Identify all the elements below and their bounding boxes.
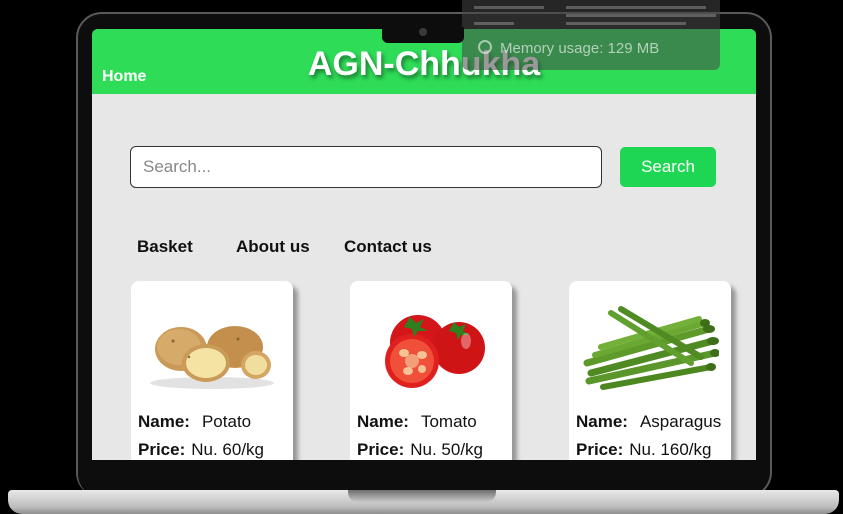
product-price: Nu. 60/kg bbox=[191, 440, 265, 459]
name-key: Name: bbox=[357, 412, 409, 431]
product-card-tomato[interactable]: Name: Tomato Price: Nu. 50/kg bbox=[350, 281, 512, 460]
product-name-line: Name: Asparagus bbox=[576, 412, 721, 432]
app-screen: Home AGN-Chhukha Search Basket About us … bbox=[92, 29, 756, 460]
product-card-asparagus[interactable]: Name: Asparagus Price: Nu. 160/kg bbox=[569, 281, 731, 460]
product-name: Tomato bbox=[420, 412, 477, 431]
nav-basket[interactable]: Basket bbox=[137, 237, 193, 257]
product-name-line: Name: Tomato bbox=[357, 412, 477, 432]
product-price: Nu. 50/kg bbox=[410, 440, 484, 459]
overlay-faint-line bbox=[566, 14, 716, 17]
search-input[interactable] bbox=[130, 146, 602, 188]
price-key: Price: bbox=[357, 440, 405, 459]
product-price-line: Price: Nu. 60/kg bbox=[138, 440, 264, 460]
overlay-faint-line bbox=[566, 6, 706, 9]
price-key: Price: bbox=[138, 440, 186, 459]
memory-icon bbox=[478, 40, 492, 54]
potato-image bbox=[150, 326, 274, 389]
price-key: Price: bbox=[576, 440, 624, 459]
asparagus-image bbox=[583, 306, 719, 390]
overlay-faint-line bbox=[566, 22, 686, 25]
product-price-line: Price: Nu. 50/kg bbox=[357, 440, 483, 460]
name-key: Name: bbox=[576, 412, 628, 431]
product-price-line: Price: Nu. 160/kg bbox=[576, 440, 711, 460]
search-button[interactable]: Search bbox=[620, 147, 716, 187]
camera-icon bbox=[419, 28, 427, 36]
overlay-faint-line bbox=[474, 6, 544, 9]
nav-contact-us[interactable]: Contact us bbox=[344, 237, 432, 257]
product-name: Asparagus bbox=[639, 412, 722, 431]
product-price: Nu. 160/kg bbox=[629, 440, 712, 459]
memory-usage-overlay: Memory usage: 129 MB bbox=[462, 0, 720, 70]
nav-about-us[interactable]: About us bbox=[236, 237, 310, 257]
memory-usage-text: Memory usage: 129 MB bbox=[500, 40, 660, 57]
name-key: Name: bbox=[138, 412, 190, 431]
product-name-line: Name: Potato bbox=[138, 412, 251, 432]
overlay-faint-line bbox=[474, 22, 514, 25]
product-card-potato[interactable]: Name: Potato Price: Nu. 60/kg bbox=[131, 281, 293, 460]
laptop-base-notch bbox=[348, 490, 496, 502]
tomato-image bbox=[385, 315, 485, 388]
product-name: Potato bbox=[201, 412, 252, 431]
